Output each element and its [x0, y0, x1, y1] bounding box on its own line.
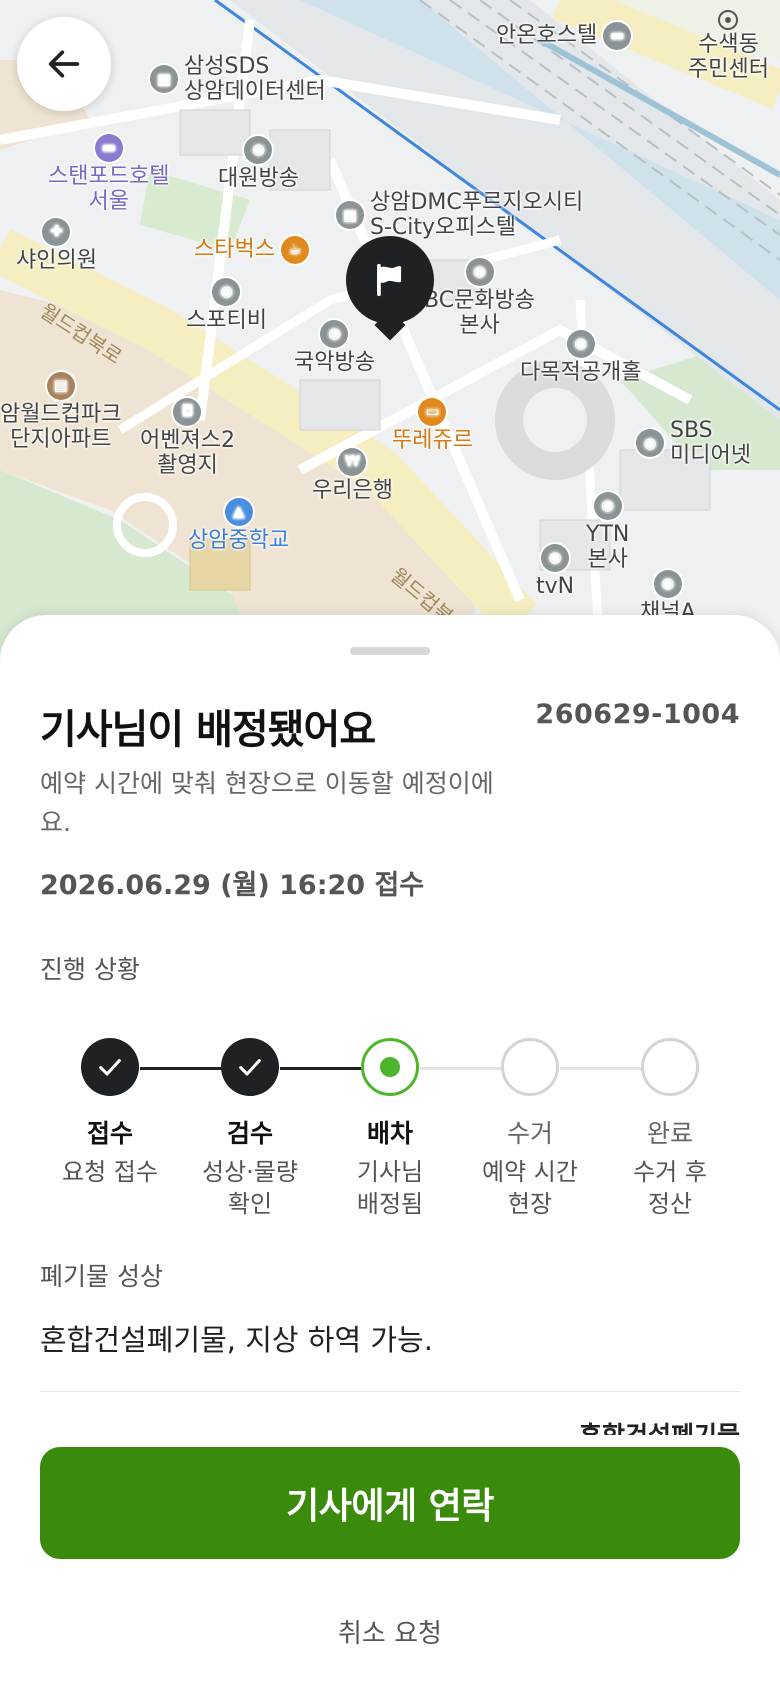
status-title: 기사님이 배정됐어요 — [40, 707, 376, 753]
map-poi[interactable]: ◉ YTN 본사 — [586, 492, 629, 573]
map-poi[interactable]: ◉ 국악방송 — [294, 320, 375, 375]
check-icon — [239, 1059, 261, 1076]
broadcast-icon: ◉ — [541, 544, 570, 572]
map-poi[interactable]: ▦ 삼성SDS 상암데이터센터 — [150, 54, 326, 105]
broadcast-icon: ◉ — [636, 429, 664, 458]
broadcast-icon: ◉ — [244, 136, 273, 164]
progress-stepper: 접수 요청 접수 검수 성상·물량 확인 배차 기사님 배정됨 수거 예약 시간… — [0, 1015, 780, 1218]
order-number: 260629-1004 — [535, 699, 740, 730]
step-indicator-done — [221, 1038, 279, 1096]
camera-icon: ◘ — [173, 398, 202, 426]
map-poi[interactable]: ▭ 뚜레쥬르 — [392, 398, 473, 453]
flag-icon — [377, 263, 402, 297]
map-poi[interactable]: ◘ 어벤져스2 촬영지 — [140, 398, 235, 479]
status-sheet: 기사님이 배정됐어요 260629-1004 예약 시간에 맞춰 현장으로 이동… — [0, 615, 780, 1688]
map-poi[interactable]: ◉ BC문화방송 본사 — [424, 258, 535, 339]
apartment-icon: ▤ — [46, 372, 75, 400]
map-poi[interactable]: ✚ 샤인의원 — [16, 218, 97, 273]
step-indicator-done — [81, 1038, 139, 1096]
cancel-request-button[interactable]: 취소 요청 — [0, 1613, 780, 1650]
check-icon — [99, 1059, 121, 1076]
map-poi[interactable]: ◉ 스포티비 — [186, 278, 267, 333]
broadcast-icon: ◉ — [212, 278, 241, 306]
received-timestamp: 2026.06.29 (월) 16:20 접수 — [40, 870, 425, 901]
section-divider — [40, 1391, 740, 1392]
map-poi[interactable]: ▤ 암월드컵파크 단지아파트 — [0, 372, 121, 453]
building-icon: ▦ — [150, 65, 178, 94]
current-dot — [380, 1057, 400, 1077]
broadcast-icon: ◉ — [653, 570, 682, 598]
bakery-icon: ▭ — [418, 398, 447, 426]
broadcast-icon: ◉ — [593, 492, 622, 520]
status-description: 예약 시간에 맞춰 현장으로 이동할 예정이에요. — [40, 769, 494, 837]
map-poi[interactable]: ◉ 대원방송 — [218, 136, 299, 191]
back-button[interactable] — [17, 17, 111, 111]
step-name: 완료 — [646, 1119, 693, 1148]
bank-icon: ₩ — [338, 448, 367, 476]
contact-driver-button[interactable]: 기사에게 연락 — [40, 1447, 740, 1559]
map-poi[interactable]: ₩ 우리은행 — [312, 448, 393, 503]
map-poi[interactable]: ▬ 스탠포드호텔 서울 — [48, 134, 169, 215]
map-poi[interactable]: ◉ SBS 미디어넷 — [636, 418, 751, 469]
map-poi[interactable]: ▦ 상암DMC푸르지오시티 S-City오피스텔 — [336, 190, 583, 241]
step-subtitle: 수거 후 정산 — [633, 1158, 707, 1219]
map-poi[interactable]: 안온호스텔 ▬ — [496, 22, 632, 50]
step-indicator-current — [361, 1038, 419, 1096]
broadcast-icon: ◉ — [465, 258, 494, 286]
map-poi[interactable]: ▲ 상암중학교 — [188, 498, 289, 553]
map-poi[interactable]: 스타벅스 ☕ — [194, 236, 309, 264]
waste-type-description: 혼합건설폐기물, 지상 하역 가능. — [40, 1323, 433, 1357]
waste-type-label: 폐기물 성상 — [40, 1262, 163, 1291]
map-poi[interactable]: ◉ 다목적공개홀 — [520, 330, 641, 385]
broadcast-icon: ◉ — [320, 320, 349, 348]
hotel-icon: ▬ — [603, 22, 632, 50]
flag-marker[interactable] — [346, 236, 434, 324]
hotel-icon: ▬ — [94, 134, 123, 162]
cafe-icon: ☕ — [280, 236, 309, 264]
sheet-drag-handle[interactable] — [350, 647, 430, 655]
arrow-left-icon — [48, 50, 80, 78]
progress-label: 진행 상황 — [40, 955, 140, 984]
clipped-detail-value: 혼합건설폐기물 — [579, 1421, 740, 1435]
hospital-icon: ✚ — [42, 218, 71, 246]
step-indicator-pending — [501, 1038, 559, 1096]
map-view[interactable]: 안온호스텔 ▬ 수색동 주민센터 ▦ 삼성SDS 상암데이터센터 ▬ 스탠포드호… — [0, 0, 780, 660]
map-poi[interactable]: 수색동 주민센터 — [688, 10, 769, 83]
progress-step-complete: 완료 수거 후 정산 — [585, 1015, 755, 1221]
broadcast-icon: ◉ — [566, 330, 595, 358]
school-icon: ▲ — [224, 498, 253, 526]
location-icon — [718, 10, 739, 30]
step-indicator-pending — [641, 1038, 699, 1096]
map-poi[interactable]: ◉ tvN — [536, 544, 574, 599]
building-icon: ▦ — [336, 201, 364, 230]
